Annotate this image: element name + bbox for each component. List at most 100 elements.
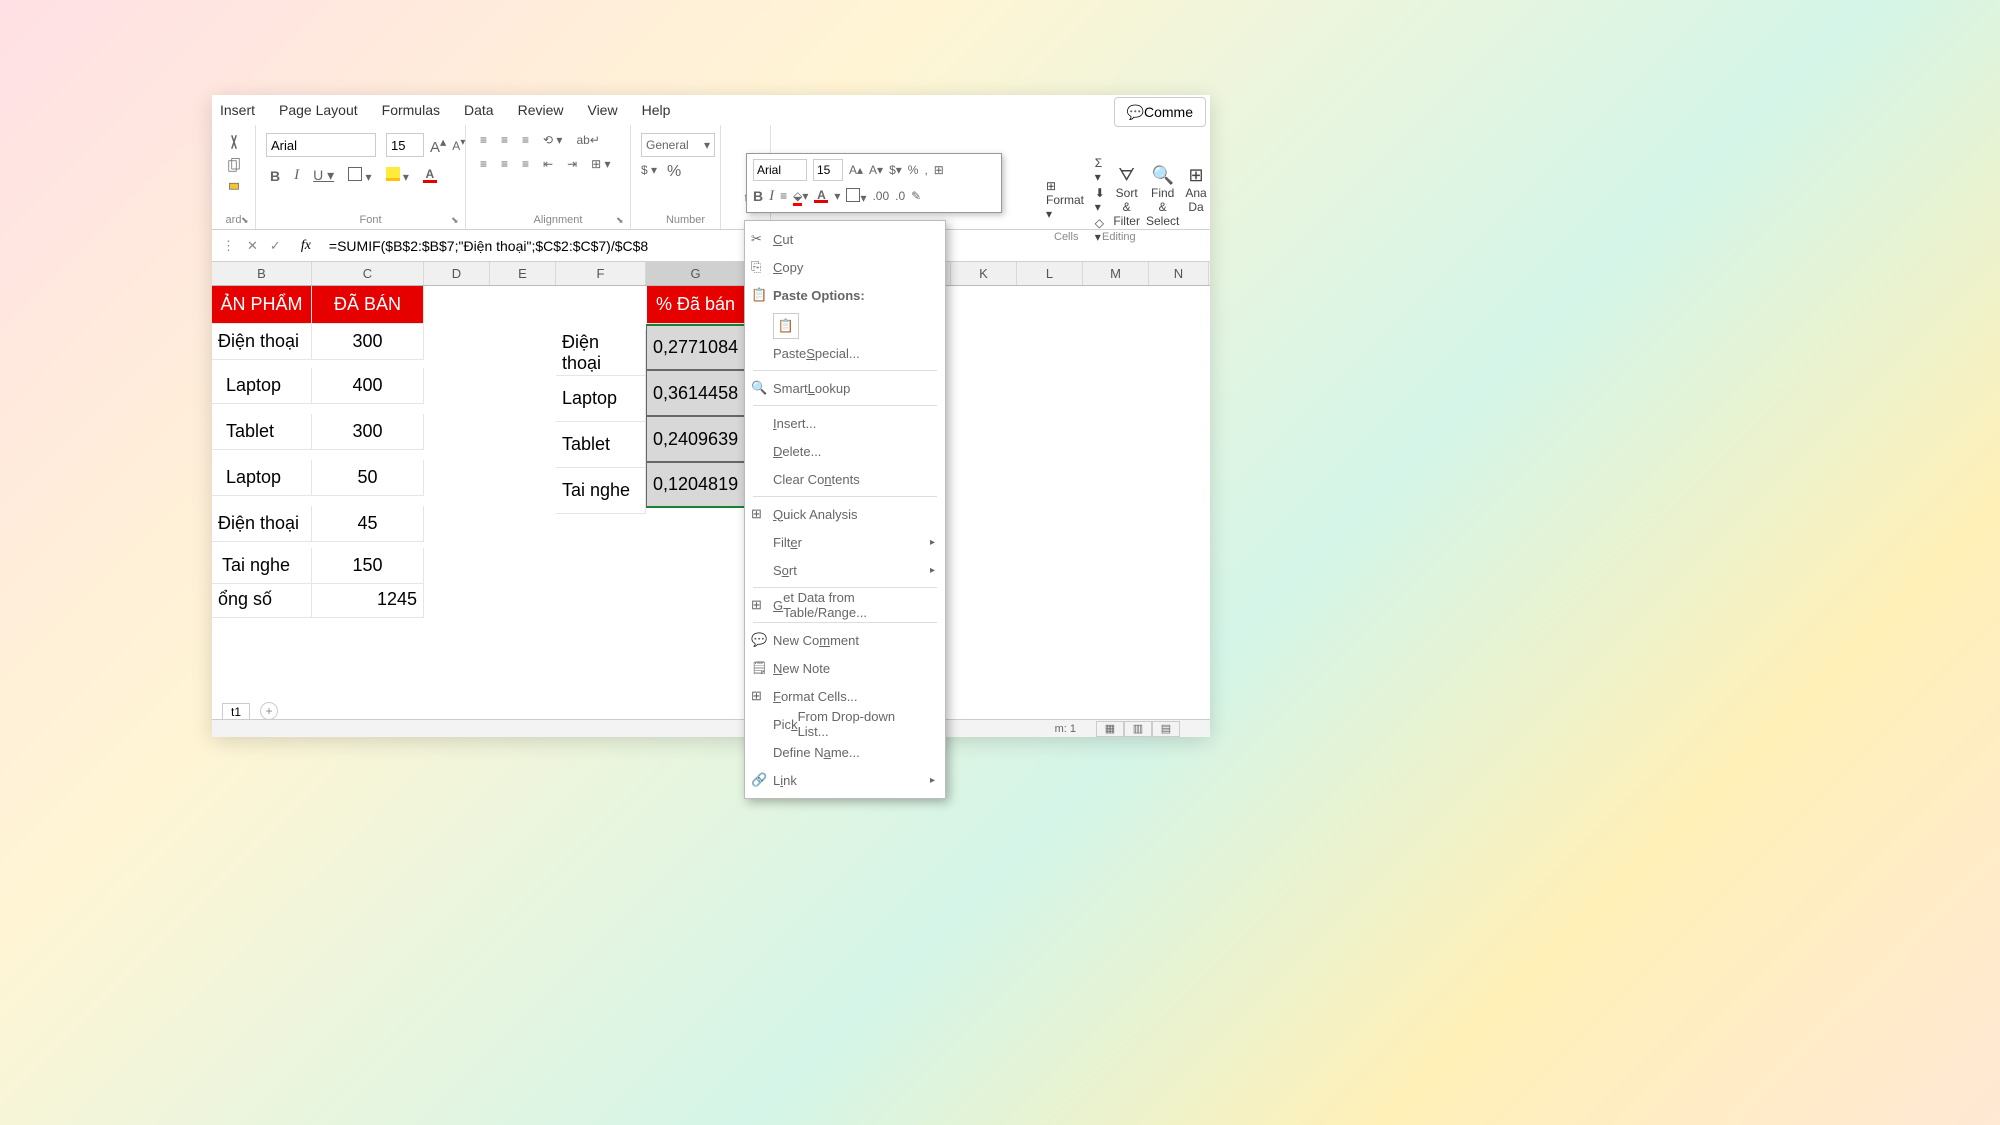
data-cell[interactable]: Điện thoại bbox=[212, 506, 312, 542]
align-right-icon[interactable]: ≡ bbox=[522, 157, 529, 171]
cut-icon[interactable] bbox=[225, 133, 243, 151]
align-top-icon[interactable]: ≡ bbox=[480, 133, 487, 147]
mini-fontcolor-button[interactable]: A bbox=[814, 189, 828, 203]
add-sheet-button[interactable]: + bbox=[260, 702, 278, 720]
ctx-sort[interactable]: Sort▸ bbox=[745, 556, 945, 584]
namebox-dropdown-icon[interactable]: ⋮ bbox=[222, 238, 235, 254]
col-header-e[interactable]: E bbox=[490, 262, 556, 285]
bold-button[interactable]: B bbox=[270, 168, 280, 184]
header-cell[interactable]: % Đã bán bbox=[647, 286, 745, 324]
orientation-icon[interactable]: ⟲ ▾ bbox=[543, 133, 562, 147]
sheet-tab[interactable]: t1 bbox=[222, 703, 250, 720]
col-header-m[interactable]: M bbox=[1083, 262, 1149, 285]
sort-filter-button[interactable]: ᗊ Sort &Filter bbox=[1113, 165, 1140, 228]
mini-align-icon[interactable]: ≡ bbox=[780, 189, 787, 203]
format-painter-icon[interactable] bbox=[225, 181, 243, 199]
col-header-k[interactable]: K bbox=[951, 262, 1017, 285]
font-color-button[interactable]: A bbox=[423, 169, 437, 183]
tab-review[interactable]: Review bbox=[518, 102, 564, 118]
mini-border-button[interactable]: ▾ bbox=[846, 188, 866, 205]
ctx-get-data[interactable]: ⊞Get Data from Table/Range... bbox=[745, 591, 945, 619]
align-bottom-icon[interactable]: ≡ bbox=[522, 133, 529, 147]
ctx-delete[interactable]: Delete... bbox=[745, 437, 945, 465]
currency-icon[interactable]: $ ▾ bbox=[641, 163, 657, 181]
align-middle-icon[interactable]: ≡ bbox=[501, 133, 508, 147]
mini-decrease-font-icon[interactable]: A▾ bbox=[869, 163, 883, 177]
data-cell[interactable]: ổng số bbox=[212, 582, 312, 618]
ctx-pick-list[interactable]: Pick From Drop-down List... bbox=[745, 710, 945, 738]
percent-icon[interactable]: % bbox=[667, 163, 681, 181]
underline-button[interactable]: U ▾ bbox=[313, 167, 334, 184]
data-cell[interactable]: Tai nghe bbox=[212, 548, 312, 584]
fill-color-button[interactable]: ▾ bbox=[386, 167, 409, 184]
ctx-new-comment[interactable]: 💬New Comment bbox=[745, 626, 945, 654]
ctx-format-cells[interactable]: ⊞Format Cells... bbox=[745, 682, 945, 710]
ctx-define-name[interactable]: Define Name... bbox=[745, 738, 945, 766]
selected-cell[interactable]: 0,2771084 bbox=[646, 324, 745, 370]
tab-insert[interactable]: Insert bbox=[220, 102, 255, 118]
ctx-clear-contents[interactable]: Clear Contents bbox=[745, 465, 945, 493]
ctx-cut[interactable]: ✂CuCutt bbox=[745, 225, 945, 253]
tab-view[interactable]: View bbox=[587, 102, 617, 118]
ctx-paste-special[interactable]: Paste Special... bbox=[745, 339, 945, 367]
mini-currency-icon[interactable]: $▾ bbox=[889, 163, 902, 177]
enter-icon[interactable]: ✓ bbox=[270, 238, 281, 254]
ctx-new-note[interactable]: 🗒New Note bbox=[745, 654, 945, 682]
find-select-button[interactable]: 🔍 Find &Select bbox=[1146, 165, 1179, 228]
col-header-d[interactable]: D bbox=[424, 262, 490, 285]
data-cell[interactable]: Laptop bbox=[212, 368, 312, 404]
data-cell[interactable]: 400 bbox=[312, 368, 424, 404]
data-cell[interactable]: 150 bbox=[312, 548, 424, 584]
indent-increase-icon[interactable]: ⇥ bbox=[567, 157, 577, 171]
tab-formulas[interactable]: Formulas bbox=[382, 102, 440, 118]
merge-button[interactable]: ⊞ ▾ bbox=[591, 157, 610, 171]
page-layout-view-button[interactable]: ▥ bbox=[1124, 721, 1152, 737]
mini-comma-icon[interactable]: , bbox=[924, 163, 927, 177]
ctx-link[interactable]: 🔗Link▸ bbox=[745, 766, 945, 794]
mini-decimal-inc-icon[interactable]: .00 bbox=[872, 189, 889, 203]
increase-font-icon[interactable]: A▴ bbox=[430, 134, 446, 156]
tab-help[interactable]: Help bbox=[642, 102, 671, 118]
italic-button[interactable]: I bbox=[294, 167, 299, 184]
mini-increase-font-icon[interactable]: A▴ bbox=[849, 163, 863, 177]
col-header-n[interactable]: N bbox=[1149, 262, 1209, 285]
mini-percent-icon[interactable]: % bbox=[908, 163, 919, 177]
indent-decrease-icon[interactable]: ⇤ bbox=[543, 157, 553, 171]
data-cell[interactable]: Điện thoại bbox=[212, 324, 312, 360]
data-cell[interactable]: Laptop bbox=[556, 376, 646, 422]
mini-brush-icon[interactable]: ✎ bbox=[911, 189, 921, 203]
data-cell[interactable]: Tai nghe bbox=[556, 468, 646, 514]
font-size-select[interactable] bbox=[386, 133, 424, 157]
selected-cell[interactable]: 0,1204819 bbox=[646, 462, 745, 508]
clipboard-launcher-icon[interactable]: ⬊ bbox=[241, 215, 251, 225]
analyze-button[interactable]: ⊞ AnaDa bbox=[1185, 165, 1206, 214]
font-launcher-icon[interactable]: ⬊ bbox=[451, 215, 461, 225]
mini-font-select[interactable] bbox=[753, 159, 807, 181]
data-cell[interactable]: Laptop bbox=[212, 460, 312, 496]
number-format-select[interactable]: General▾ bbox=[641, 133, 715, 157]
fx-icon[interactable]: fx bbox=[301, 238, 311, 254]
selected-cell[interactable]: 0,2409639 bbox=[646, 416, 745, 462]
mini-formatpainter-icon[interactable]: ⊞ bbox=[934, 163, 944, 177]
ctx-filter[interactable]: Filter▸ bbox=[745, 528, 945, 556]
mini-size-select[interactable] bbox=[813, 159, 843, 181]
format-dropdown[interactable]: ⊞ Format ▾ bbox=[1046, 179, 1087, 221]
align-center-icon[interactable]: ≡ bbox=[501, 157, 508, 171]
cancel-icon[interactable]: ✕ bbox=[247, 238, 258, 254]
ctx-quick-analysis[interactable]: ⊞Quick Analysis bbox=[745, 500, 945, 528]
align-launcher-icon[interactable]: ⬊ bbox=[616, 215, 626, 225]
spreadsheet-grid[interactable]: B C D E F G K L M N ẢN PHẨM ĐÃ BÁN % Đã … bbox=[212, 262, 1210, 682]
comments-button[interactable]: 💬 Comme bbox=[1114, 97, 1206, 127]
data-cell[interactable]: 50 bbox=[312, 460, 424, 496]
data-cell[interactable]: 1245 bbox=[312, 582, 424, 618]
tab-data[interactable]: Data bbox=[464, 102, 494, 118]
ctx-copy[interactable]: ⎘Copy bbox=[745, 253, 945, 281]
fill-icon[interactable]: ⬇ ▾ bbox=[1095, 186, 1108, 214]
col-header-c[interactable]: C bbox=[312, 262, 424, 285]
decrease-font-icon[interactable]: A▾ bbox=[452, 137, 465, 153]
mini-bold-button[interactable]: B bbox=[753, 188, 763, 204]
data-cell[interactable]: 300 bbox=[312, 414, 424, 450]
mini-decimal-dec-icon[interactable]: .0 bbox=[895, 189, 905, 203]
normal-view-button[interactable]: ▦ bbox=[1096, 721, 1124, 737]
selected-cell[interactable]: 0,3614458 bbox=[646, 370, 745, 416]
